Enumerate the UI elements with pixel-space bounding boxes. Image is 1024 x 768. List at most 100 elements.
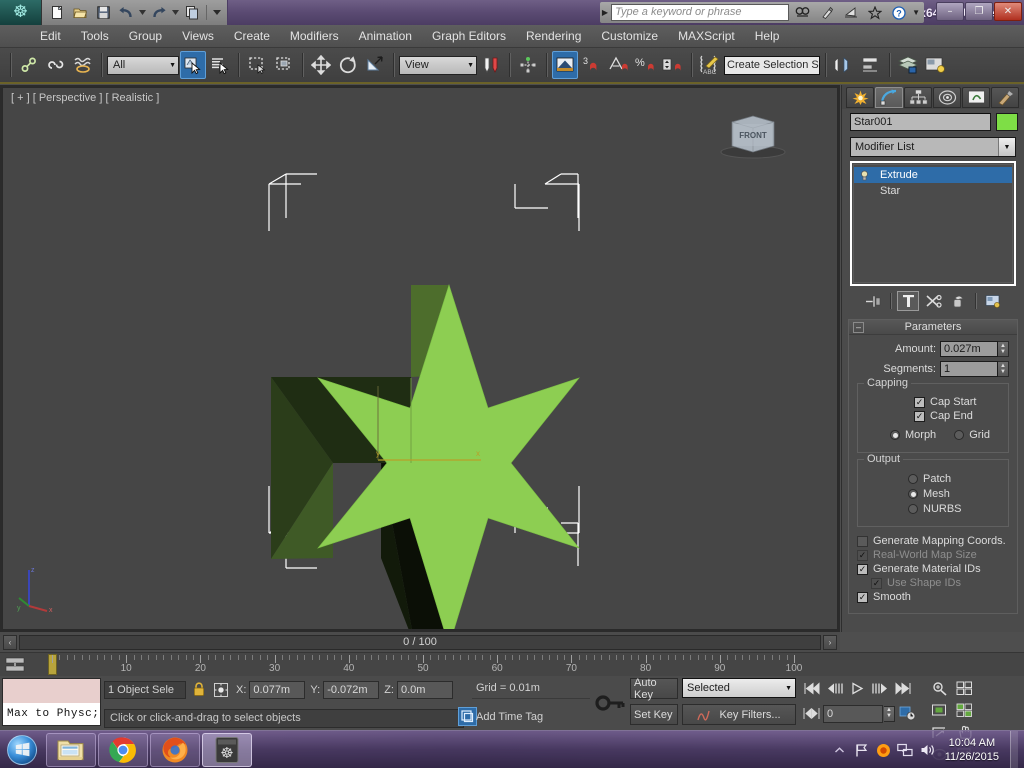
cap-start-row[interactable]: ✓ Cap Start xyxy=(866,396,1000,408)
transform-type-in-icon[interactable] xyxy=(211,680,231,699)
save-file-button[interactable] xyxy=(92,2,114,23)
application-menu-button[interactable]: ☸ xyxy=(0,0,42,25)
lightbulb-icon[interactable] xyxy=(858,169,870,181)
menu-group[interactable]: Group xyxy=(119,25,172,48)
menu-rendering[interactable]: Rendering xyxy=(516,25,591,48)
select-and-rotate-button[interactable] xyxy=(335,51,361,79)
patch-radio-row[interactable]: Patch xyxy=(866,473,1000,485)
mesh-radio[interactable] xyxy=(908,489,918,499)
bind-to-space-warp-button[interactable] xyxy=(70,51,96,79)
undo-button[interactable] xyxy=(115,2,137,23)
edit-named-selection-sets-button[interactable]: ABC xyxy=(697,51,723,79)
segments-input[interactable]: 1 xyxy=(940,361,998,377)
infocenter-search-input[interactable]: Type a keyword or phrase xyxy=(611,4,789,21)
zoom-button[interactable] xyxy=(928,678,950,699)
redo-button[interactable] xyxy=(148,2,170,23)
chevron-down-icon-modifier[interactable]: ▼ xyxy=(998,138,1015,156)
favorites-star-icon[interactable] xyxy=(864,3,885,22)
render-setup-button[interactable] xyxy=(922,51,948,79)
grid-radio[interactable] xyxy=(954,430,964,440)
spinner-snap-toggle-button[interactable] xyxy=(660,51,686,79)
menu-views[interactable]: Views xyxy=(172,25,224,48)
close-button[interactable]: ✕ xyxy=(994,2,1022,21)
modifier-stack-item-star[interactable]: Star xyxy=(854,183,1012,199)
y-coord-field[interactable]: -0.072m xyxy=(323,681,379,699)
infocenter-dropdown-icon[interactable]: ▼ xyxy=(912,8,920,17)
mirror-button[interactable] xyxy=(831,51,857,79)
next-frame-button[interactable] xyxy=(869,678,891,699)
action-center-flag-icon[interactable] xyxy=(853,742,870,759)
show-hidden-icons-icon[interactable] xyxy=(831,742,848,759)
mesh-radio-row[interactable]: Mesh xyxy=(866,488,1000,500)
layer-manager-button[interactable] xyxy=(895,51,921,79)
parameters-rollout-header[interactable]: – Parameters xyxy=(849,320,1017,335)
taskbar-google-chrome[interactable] xyxy=(98,733,148,767)
auto-key-button[interactable]: Auto Key xyxy=(630,678,678,699)
named-selection-set-input[interactable]: Create Selection Se xyxy=(724,56,820,75)
show-end-result-button[interactable] xyxy=(897,291,919,311)
update-icon[interactable] xyxy=(875,742,892,759)
modifier-list-dropdown[interactable]: Modifier List ▼ xyxy=(850,137,1016,157)
undo-dropdown[interactable] xyxy=(138,2,147,23)
angle-snap-toggle-button[interactable]: 3 xyxy=(579,51,605,79)
display-tab[interactable] xyxy=(962,87,990,108)
menu-tools[interactable]: Tools xyxy=(71,25,119,48)
make-unique-button[interactable] xyxy=(922,291,944,311)
frame-spinner[interactable]: ▲▼ xyxy=(884,706,895,722)
morph-radio-row[interactable]: Morph xyxy=(890,429,936,441)
taskbar-3ds-max[interactable]: ☸ xyxy=(202,733,252,767)
menu-modifiers[interactable]: Modifiers xyxy=(280,25,349,48)
network-icon[interactable] xyxy=(897,742,914,759)
object-name-input[interactable]: Star001 xyxy=(850,113,991,131)
z-coord-field[interactable]: 0.0m xyxy=(397,681,453,699)
new-file-button[interactable] xyxy=(46,2,68,23)
create-tab[interactable] xyxy=(846,87,874,108)
current-frame-input[interactable]: 0 xyxy=(823,705,883,723)
menu-create[interactable]: Create xyxy=(224,25,280,48)
current-frame-display[interactable]: 0 / 100 xyxy=(19,635,821,650)
taskbar-clock[interactable]: 10:04 AM 11/26/2015 xyxy=(941,736,1005,764)
start-button[interactable] xyxy=(0,732,44,768)
menu-help[interactable]: Help xyxy=(745,25,790,48)
go-to-end-button[interactable] xyxy=(892,678,914,699)
quick-access-customize[interactable] xyxy=(210,2,223,23)
modifier-stack-item-extrude[interactable]: Extrude xyxy=(854,167,1012,183)
smooth-row[interactable]: ✓ Smooth xyxy=(857,591,1009,603)
key-filter-set-combo[interactable]: Selected ▼ xyxy=(682,678,796,698)
cap-start-checkbox[interactable]: ✓ xyxy=(914,397,925,408)
select-and-link-button[interactable] xyxy=(16,51,42,79)
menu-edit[interactable]: Edit xyxy=(30,25,71,48)
percent-snap-toggle-button[interactable]: % xyxy=(633,51,659,79)
time-configuration-button[interactable] xyxy=(896,703,918,724)
amount-spinner[interactable]: ▲▼ xyxy=(998,341,1009,357)
morph-radio[interactable] xyxy=(890,430,900,440)
generate-mapping-coords-row[interactable]: ✓ Generate Mapping Coords. xyxy=(857,535,1009,547)
key-mode-toggle-button[interactable] xyxy=(800,703,822,724)
generate-material-ids-checkbox[interactable]: ✓ xyxy=(857,564,868,575)
collapse-icon[interactable]: – xyxy=(853,322,864,333)
object-color-swatch[interactable] xyxy=(996,113,1018,131)
menu-maxscript[interactable]: MAXScript xyxy=(668,25,745,48)
taskbar-windows-explorer[interactable] xyxy=(46,733,96,767)
amount-input[interactable]: 0.027m xyxy=(940,341,998,357)
window-crossing-button[interactable] xyxy=(271,51,297,79)
timeline-ruler[interactable]: 102030405060708090100 xyxy=(30,653,1024,677)
unlink-selection-button[interactable] xyxy=(43,51,69,79)
nurbs-radio-row[interactable]: NURBS xyxy=(866,503,1000,515)
select-by-name-button[interactable] xyxy=(207,51,233,79)
track-bar[interactable]: 102030405060708090100 xyxy=(0,652,1024,676)
utilities-tab[interactable] xyxy=(991,87,1019,108)
zoom-extents-button[interactable] xyxy=(928,700,950,721)
play-animation-button[interactable] xyxy=(846,678,868,699)
previous-frame-button[interactable] xyxy=(823,678,845,699)
patch-radio[interactable] xyxy=(908,474,918,484)
hierarchy-tab[interactable] xyxy=(904,87,932,108)
select-and-move-button[interactable] xyxy=(308,51,334,79)
motion-tab[interactable] xyxy=(933,87,961,108)
generate-material-ids-row[interactable]: ✓ Generate Material IDs xyxy=(857,563,1009,575)
redo-dropdown[interactable] xyxy=(171,2,180,23)
zoom-extents-all-button[interactable] xyxy=(953,700,975,721)
zoom-all-button[interactable] xyxy=(953,678,975,699)
generate-mapping-coords-checkbox[interactable]: ✓ xyxy=(857,536,868,547)
snaps-toggle-button[interactable] xyxy=(552,51,578,79)
